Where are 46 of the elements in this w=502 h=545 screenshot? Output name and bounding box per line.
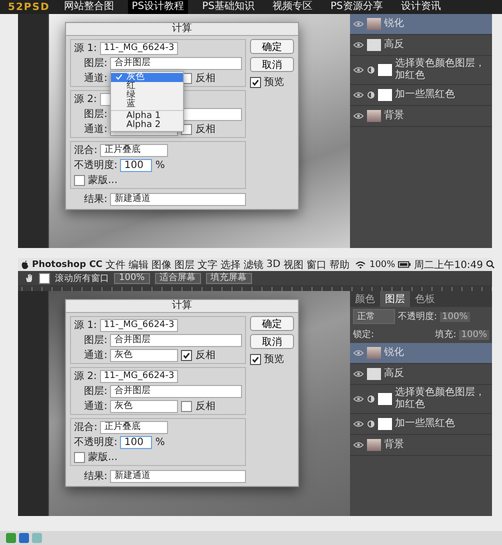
layer-name: 高反: [384, 368, 404, 380]
label: 通道:: [84, 72, 108, 85]
label: 源 2:: [74, 370, 97, 383]
unit-label: %: [155, 160, 165, 170]
layer-name: 选择黄色颜色图层，加红色: [395, 58, 486, 82]
layer-name: 锐化: [384, 347, 404, 359]
layer-name: 锐化: [384, 18, 404, 30]
label: 混合:: [74, 144, 98, 157]
label: 结果:: [84, 470, 108, 483]
invert-label: 反相: [195, 122, 216, 136]
label: 不透明度:: [74, 158, 118, 172]
preview-label: 预览: [264, 76, 284, 89]
label: 不透明度:: [398, 310, 438, 323]
layer-name: 加一些黑红色: [395, 418, 455, 430]
label: 锁定:: [353, 328, 374, 341]
scroll-all-label: 滚动所有窗口: [55, 272, 109, 284]
label: 混合:: [74, 421, 98, 434]
label: 结果:: [84, 192, 108, 206]
layer-name: 背景: [384, 110, 404, 122]
label: 通道:: [84, 348, 108, 362]
label: 通道:: [84, 400, 108, 413]
dialog-title: 计算: [66, 23, 298, 36]
battery-percent: 100%: [369, 260, 396, 270]
label: 图层:: [84, 334, 108, 347]
mask-label: 蒙版...: [88, 174, 118, 187]
layer-name: 背景: [384, 439, 404, 451]
layer-name: 高反: [384, 39, 404, 51]
invert-label: 反相: [195, 72, 216, 85]
label: 通道:: [84, 122, 108, 136]
invert-label: 反相: [195, 348, 216, 362]
layer-name: 选择黄色颜色图层，加红色: [395, 387, 486, 411]
label: 源 1:: [74, 319, 97, 332]
clock: 周二上午10:49: [414, 258, 484, 272]
label: 填充:: [435, 328, 456, 341]
preview-label: 预览: [264, 353, 284, 366]
invert-label: 反相: [195, 400, 216, 413]
unit-label: %: [155, 436, 165, 448]
layer-name: 加一些黑红色: [395, 89, 455, 101]
label: 源 2:: [74, 93, 97, 106]
label: 图层:: [84, 385, 108, 398]
label: 源 1:: [74, 42, 97, 55]
label: 不透明度:: [74, 436, 118, 449]
label: 图层:: [84, 108, 108, 121]
dialog-title: 计算: [66, 300, 298, 313]
label: 图层:: [84, 57, 108, 70]
mask-label: 蒙版...: [88, 450, 118, 464]
